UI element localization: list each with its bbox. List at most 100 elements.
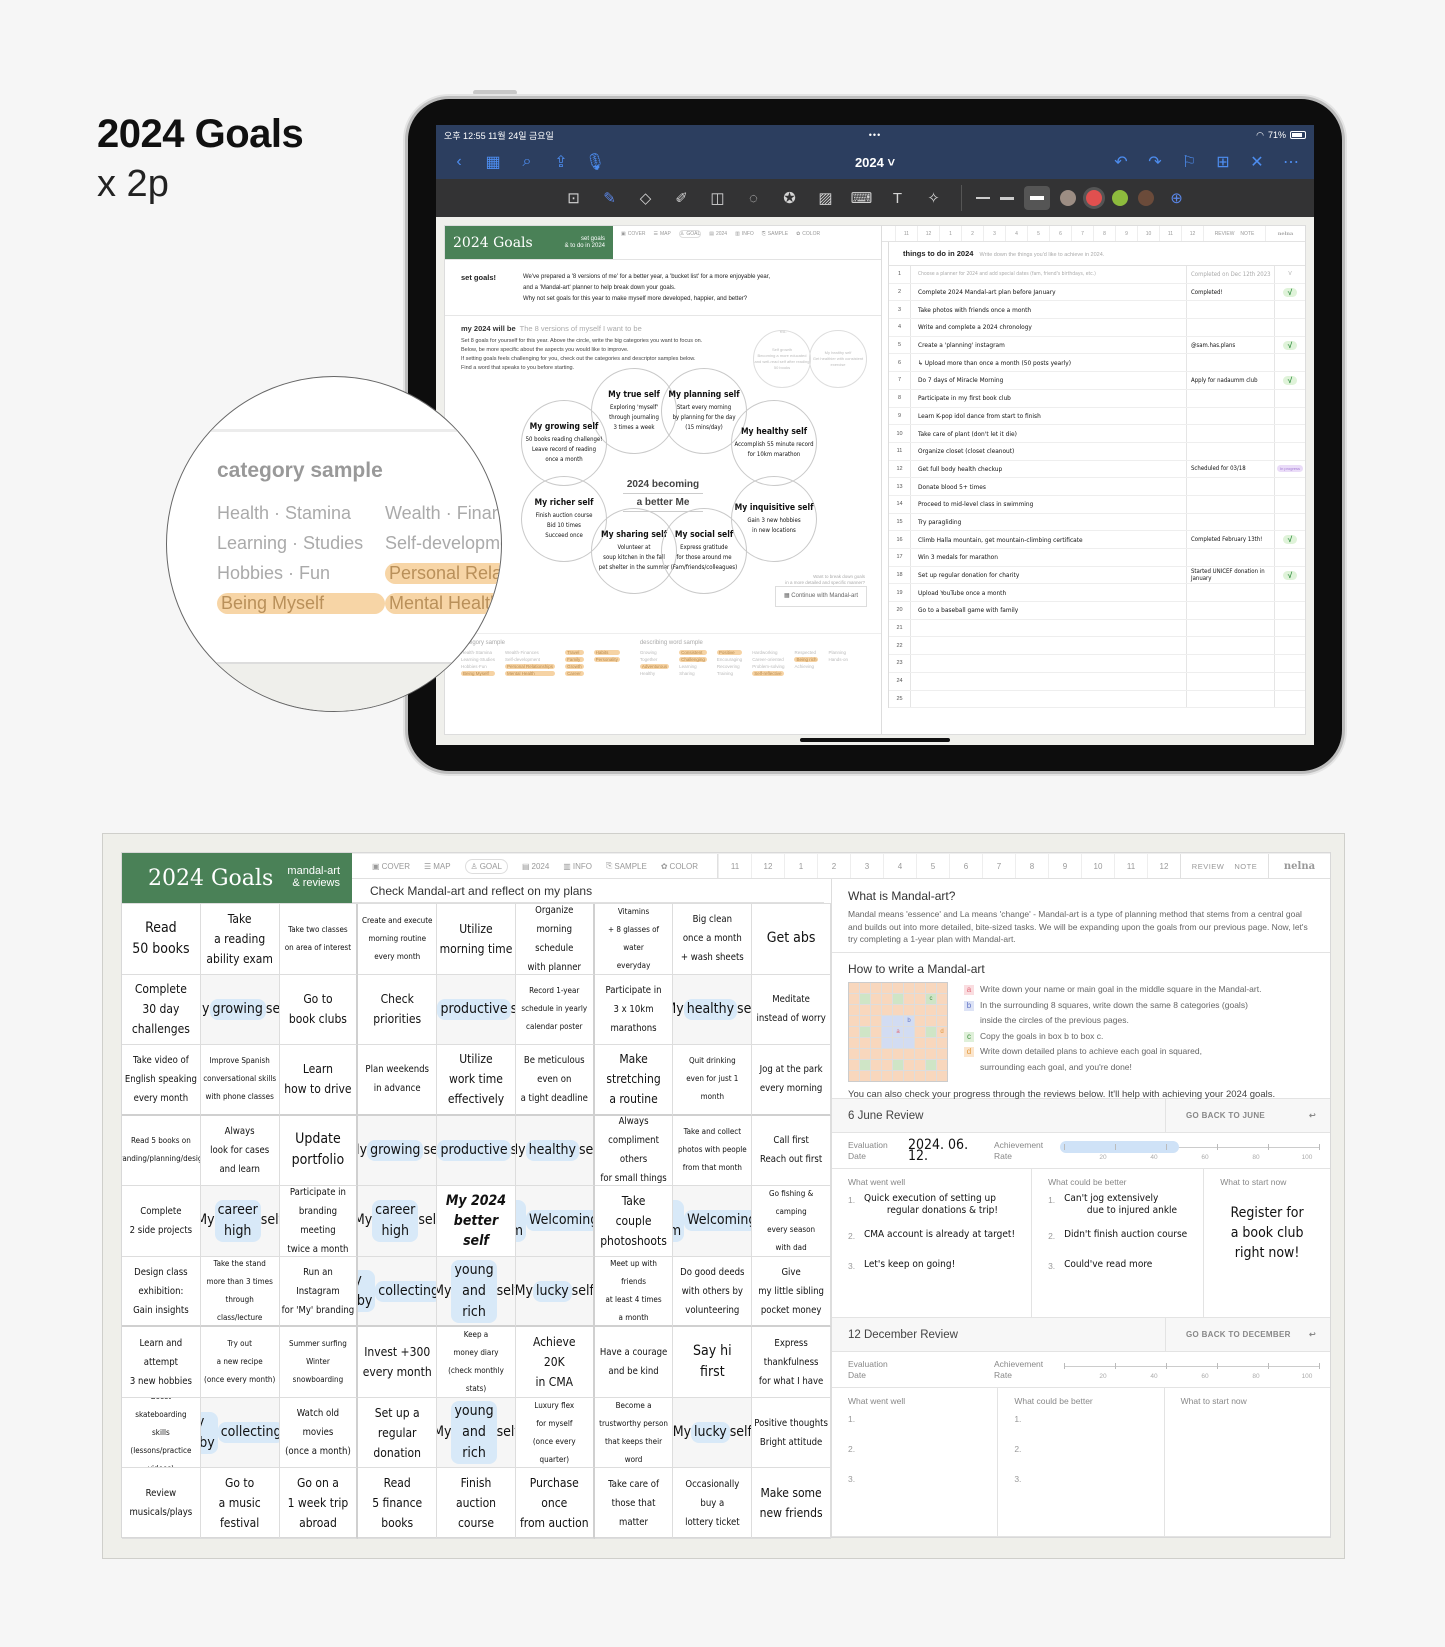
- month-tab-8[interactable]: 8: [1093, 226, 1115, 241]
- todo-note[interactable]: Started UNICEF donation in January: [1187, 566, 1275, 584]
- mandal-cell[interactable]: Purchase once from auction: [515, 1468, 595, 1539]
- mandal-cell[interactable]: Become a trustworthy person that keeps t…: [594, 1397, 674, 1469]
- mandal-cell[interactable]: Complete 2 side projects: [122, 1186, 201, 1257]
- month-tab-11[interactable]: 11: [1114, 854, 1147, 878]
- month-tab-11[interactable]: 11: [1159, 226, 1181, 241]
- share-icon[interactable]: ⇪: [544, 152, 578, 172]
- todo-note[interactable]: [1187, 407, 1275, 425]
- achievement-rate-slider[interactable]: 20 40 60 80 100: [1060, 1140, 1320, 1161]
- mandal-cell[interactable]: Complete 30 day challenges: [122, 974, 201, 1046]
- todo-text[interactable]: Win 3 medals for marathon: [911, 549, 1187, 566]
- mandal-cell[interactable]: Take video of English speaking every mon…: [122, 1045, 201, 1116]
- todo-note[interactable]: [1187, 690, 1275, 708]
- todo-note[interactable]: [1187, 602, 1275, 619]
- zoom-window-icon[interactable]: ⊡: [561, 185, 587, 211]
- mandal-cell[interactable]: Big clean once a month + wash sheets: [673, 904, 753, 975]
- mandal-cell[interactable]: Say hi first: [673, 1327, 753, 1398]
- month-tab-4[interactable]: 4: [883, 854, 916, 878]
- tab-sample[interactable]: ⎘ SAMPLE: [606, 861, 647, 871]
- todo-text[interactable]: Set up regular donation for charity: [911, 566, 1187, 584]
- mandal-cell[interactable]: Utilize work time effectively: [437, 1045, 516, 1116]
- mandal-cell[interactable]: Go to a music festival: [200, 1468, 280, 1539]
- mic-icon[interactable]: 🎙︎: [578, 152, 612, 172]
- month-tab-1[interactable]: 1: [939, 226, 961, 241]
- todo-text[interactable]: Write and complete a 2024 chronology: [911, 319, 1187, 336]
- todo-text[interactable]: Learn K-pop idol dance from start to fin…: [911, 407, 1187, 425]
- color-swatch-2-selected[interactable]: [1085, 190, 1102, 206]
- tab-goal[interactable]: ♙ GOAL: [464, 858, 508, 874]
- mandal-cell[interactable]: Boost skateboarding skills (lessons/prac…: [122, 1397, 201, 1469]
- go-back-button[interactable]: GO BACK TO JUNE ↩: [1165, 1099, 1330, 1132]
- month-tab-4[interactable]: 4: [1005, 226, 1027, 241]
- tab-sample[interactable]: ⎘ SAMPLE: [762, 231, 788, 237]
- mandal-cell[interactable]: Utilize morning time: [437, 904, 516, 975]
- todo-note[interactable]: [1187, 442, 1275, 460]
- achievement-rate-slider[interactable]: 20 40 60 80 100: [1064, 1360, 1320, 1380]
- mandal-cell[interactable]: Run an Instagram for 'My' branding: [279, 1256, 359, 1328]
- eraser-icon[interactable]: ◇: [633, 185, 659, 211]
- todo-text[interactable]: Organize closet (closet cleanout): [911, 442, 1187, 460]
- todo-note[interactable]: [1187, 389, 1275, 407]
- todo-note[interactable]: [1187, 619, 1275, 637]
- month-tab-10[interactable]: 10: [1081, 854, 1114, 878]
- todo-note[interactable]: Completed February 13th!: [1187, 531, 1275, 548]
- item-text[interactable]: Quick execution of setting up regular do…: [864, 1193, 998, 1217]
- mandal-goal-cell[interactable]: Mygrowingself: [200, 974, 280, 1046]
- go-back-button[interactable]: GO BACK TO DECEMBER ↩: [1165, 1318, 1330, 1351]
- undo-icon[interactable]: ↶: [1104, 152, 1138, 172]
- close-icon[interactable]: ✕: [1240, 152, 1274, 172]
- todo-note[interactable]: [1187, 301, 1275, 319]
- todo-status[interactable]: In progress: [1275, 465, 1305, 473]
- back-chevron-icon[interactable]: ‹: [442, 153, 476, 171]
- mandal-cell[interactable]: Make stretching a routine: [594, 1045, 674, 1116]
- todo-note[interactable]: Completed on Dec 12th 2023: [1187, 266, 1275, 283]
- month-tab-8[interactable]: 8: [1015, 854, 1048, 878]
- mandal-cell[interactable]: Express thankfulness for what I have: [752, 1327, 831, 1398]
- mandal-goal-cell[interactable]: Myyoung and richself: [437, 1397, 516, 1469]
- month-tab-3[interactable]: 3: [850, 854, 883, 878]
- mandal-goal-cell[interactable]: Mycareer highself: [200, 1186, 280, 1257]
- todo-text[interactable]: [911, 637, 1187, 655]
- mandal-cell[interactable]: Positive thoughts Bright attitude: [752, 1397, 831, 1469]
- month-tab-5[interactable]: 5: [1027, 226, 1049, 241]
- todo-note[interactable]: [1187, 672, 1275, 690]
- todo-note[interactable]: [1187, 513, 1275, 531]
- todo-note[interactable]: [1187, 637, 1275, 655]
- mandal-cell[interactable]: Read 5 books on branding/planning/design: [122, 1115, 201, 1187]
- stroke-thin[interactable]: [975, 197, 990, 199]
- mandal-center-goal[interactable]: My 2024 better self: [437, 1186, 516, 1257]
- month-tab-7[interactable]: 7: [1071, 226, 1093, 241]
- mandal-cell[interactable]: Get abs: [752, 904, 831, 975]
- mandal-cell[interactable]: Jog at the park every morning: [752, 1045, 831, 1116]
- todo-status[interactable]: V: [1275, 271, 1305, 277]
- image-icon[interactable]: ▨: [813, 185, 839, 211]
- todo-note[interactable]: Completed!: [1187, 283, 1275, 301]
- pen-icon[interactable]: ✎: [597, 185, 623, 211]
- todo-note[interactable]: [1187, 495, 1275, 513]
- tab-info[interactable]: ▥ INFO: [735, 231, 754, 237]
- notebook-title-dropdown[interactable]: 2024 ˅: [855, 155, 895, 170]
- month-tab-2[interactable]: 2: [961, 226, 983, 241]
- mandal-cell[interactable]: Do good deeds with others by volunteerin…: [673, 1256, 753, 1328]
- todo-text[interactable]: [911, 690, 1187, 708]
- mandal-cell[interactable]: Try out a new recipe (once every month): [200, 1327, 280, 1398]
- month-tab-12[interactable]: 12: [917, 226, 939, 241]
- todo-text[interactable]: Go to a baseball game with family: [911, 602, 1187, 619]
- item-text[interactable]: Can't jog extensively due to injured ank…: [1064, 1193, 1177, 1217]
- mandal-cell[interactable]: Organize morning schedule with planner: [515, 904, 595, 975]
- mandal-cell[interactable]: Summer surfing Winter snowboarding: [279, 1327, 359, 1398]
- stroke-medium[interactable]: [999, 196, 1014, 200]
- mandal-goal-cell[interactable]: Myhealthyself: [515, 1115, 595, 1187]
- month-tab-5[interactable]: 5: [916, 854, 949, 878]
- todo-text[interactable]: Take care of plant (don't let it die): [911, 425, 1187, 442]
- todo-text[interactable]: Donate blood 5+ times: [911, 478, 1187, 495]
- todo-text[interactable]: Upload YouTube once a month: [911, 584, 1187, 602]
- mandal-cell[interactable]: Read 50 books: [122, 904, 201, 975]
- todo-status[interactable]: √: [1275, 535, 1305, 545]
- mandal-cell[interactable]: Luxury flex for myself (once every quart…: [515, 1397, 595, 1469]
- mandal-goal-cell[interactable]: Myhealthyself: [673, 974, 753, 1046]
- item-text[interactable]: Didn't finish auction course: [1064, 1229, 1187, 1241]
- tab-map[interactable]: ☰ MAP: [654, 231, 671, 237]
- mandal-goal-cell[interactable]: My hobbycollectingself: [200, 1397, 280, 1469]
- mandal-cell[interactable]: Learn how to drive: [279, 1045, 359, 1116]
